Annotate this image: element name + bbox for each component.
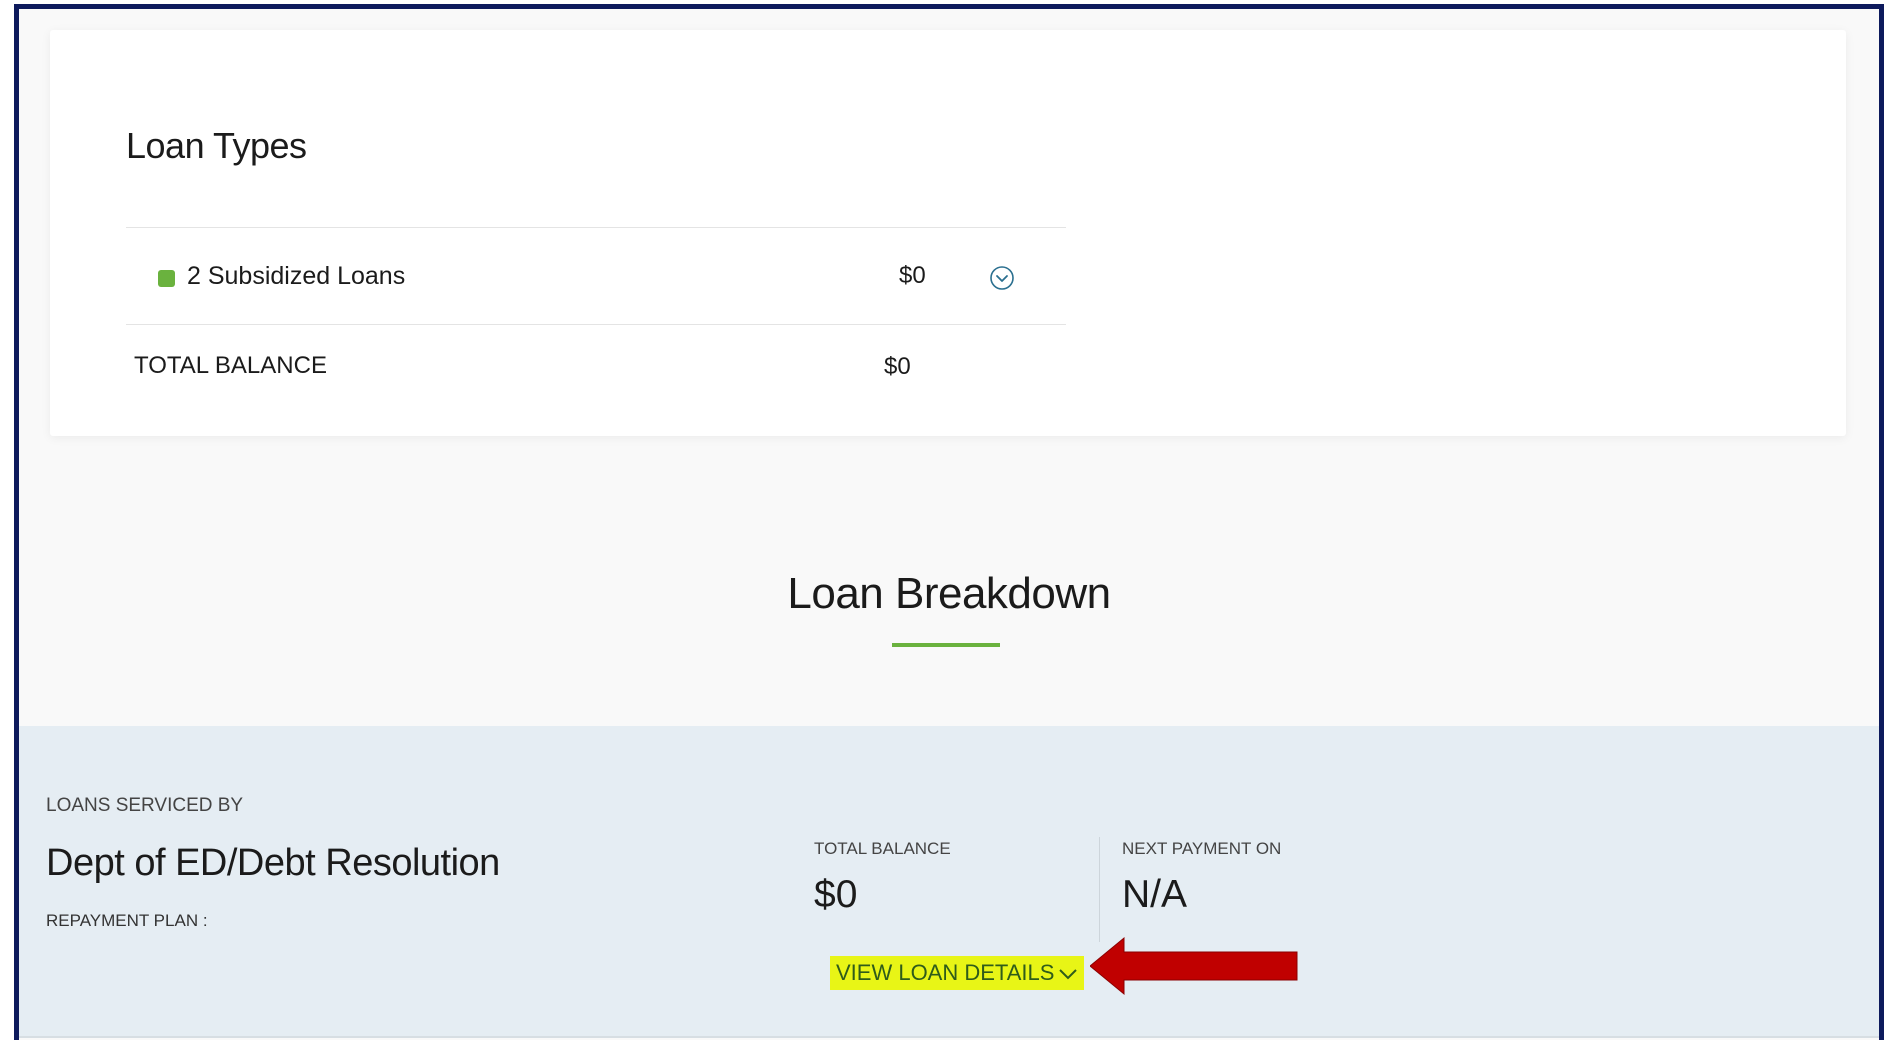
total-balance-amount: $0 — [884, 353, 911, 380]
loan-breakdown-title: Loan Breakdown — [787, 569, 1111, 618]
chevron-down-icon — [1059, 969, 1078, 980]
loan-type-row[interactable]: 2 Subsidized Loans $0 — [126, 227, 1066, 325]
repayment-plan-label: REPAYMENT PLAN : — [46, 911, 208, 930]
next-payment-value: N/A — [1122, 873, 1188, 916]
loan-type-amount: $0 — [899, 262, 926, 289]
loan-breakdown-underline — [892, 643, 1000, 647]
loan-types-title: Loan Types — [126, 125, 307, 166]
servicer-total-balance: TOTAL BALANCE $0 — [814, 839, 951, 917]
loan-type-color-swatch — [158, 270, 175, 287]
servicer-total-balance-value: $0 — [814, 873, 858, 916]
total-balance-label: TOTAL BALANCE — [134, 352, 327, 379]
chevron-down-circle-icon[interactable] — [989, 265, 1015, 291]
servicer-panel: LOANS SERVICED BY Dept of ED/Debt Resolu… — [19, 726, 1879, 1038]
left-arrow-icon — [1090, 936, 1298, 996]
stat-divider — [1099, 837, 1100, 942]
view-loan-details-label: VIEW LOAN DETAILS — [836, 960, 1055, 985]
servicer-total-balance-label: TOTAL BALANCE — [814, 839, 951, 858]
screenshot-frame: Loan Types 2 Subsidized Loans $0 TOTAL B… — [14, 4, 1884, 1040]
loan-types-card: Loan Types 2 Subsidized Loans $0 TOTAL B… — [50, 30, 1846, 436]
loan-type-label: 2 Subsidized Loans — [187, 262, 406, 290]
servicer-name: Dept of ED/Debt Resolution — [46, 842, 500, 884]
next-payment: NEXT PAYMENT ON N/A — [1122, 839, 1281, 917]
loan-types-table: 2 Subsidized Loans $0 TOTAL BALANCE $0 — [126, 227, 1066, 411]
view-loan-details-button[interactable]: VIEW LOAN DETAILS — [830, 956, 1085, 990]
next-payment-label: NEXT PAYMENT ON — [1122, 839, 1282, 858]
serviced-by-label: LOANS SERVICED BY — [46, 795, 244, 816]
total-balance-row: TOTAL BALANCE $0 — [126, 325, 1066, 411]
